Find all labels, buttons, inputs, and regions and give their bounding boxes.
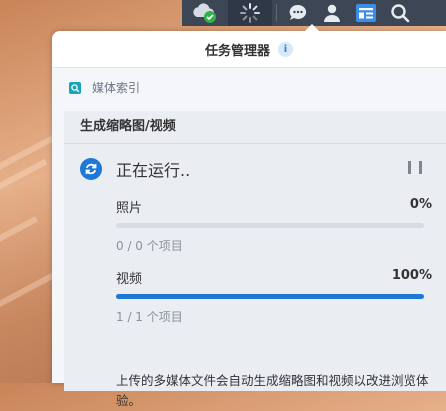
panel-header: 任务管理器 i (52, 31, 446, 68)
chat-icon (289, 4, 307, 20)
task-status-text: 正在运行.. (116, 161, 191, 180)
refresh-icon (80, 158, 102, 180)
taskbar-divider (276, 4, 277, 22)
top-taskbar (182, 0, 446, 26)
user-icon (324, 4, 340, 22)
task-description: 上传的多媒体文件会自动生成缩略图和视频以改进浏览体验。 (116, 373, 429, 408)
widgets-button[interactable] (349, 0, 383, 26)
videos-label: 视频 (116, 272, 143, 287)
pause-button[interactable] (408, 161, 422, 175)
search-icon (391, 4, 410, 23)
task-manager-button[interactable] (228, 0, 272, 26)
videos-percent: 100% (391, 268, 432, 283)
pause-icon-bar-left (408, 161, 411, 174)
widgets-icon (356, 4, 376, 22)
photos-count: 0 / 0 个项目 (116, 239, 183, 253)
task-card-title: 生成缩略图/视频 (64, 111, 446, 144)
search-button[interactable] (383, 0, 417, 26)
pause-icon-bar-right (419, 161, 422, 174)
task-status-row: 正在运行.. (80, 157, 190, 181)
section-label: 媒体索引 (92, 81, 141, 95)
cloud-sync-button[interactable] (182, 0, 228, 26)
videos-count: 1 / 1 个项目 (116, 310, 183, 324)
videos-progress-bar (116, 294, 424, 299)
chat-button[interactable] (281, 0, 315, 26)
panel-caret (305, 24, 319, 31)
panel-title: 任务管理器 (204, 43, 270, 59)
media-index-icon (69, 81, 81, 94)
user-button[interactable] (315, 0, 349, 26)
cloud-sync-icon (193, 3, 216, 23)
info-icon[interactable]: i (278, 41, 293, 57)
task-card: 生成缩略图/视频 正在运行.. 照片 0% 0 / 0 个项目 视频 100% … (64, 111, 446, 408)
section-media-index: 媒体索引 (68, 79, 140, 96)
videos-progress-fill (116, 294, 424, 299)
spinner-icon (240, 3, 260, 23)
photos-progress-bar (116, 223, 424, 228)
photos-label: 照片 (116, 201, 143, 216)
photos-percent: 0% (409, 197, 432, 212)
task-manager-panel: 任务管理器 i 媒体索引 生成缩略图/视频 正在运行.. 照片 0% 0 / 0… (52, 24, 446, 408)
